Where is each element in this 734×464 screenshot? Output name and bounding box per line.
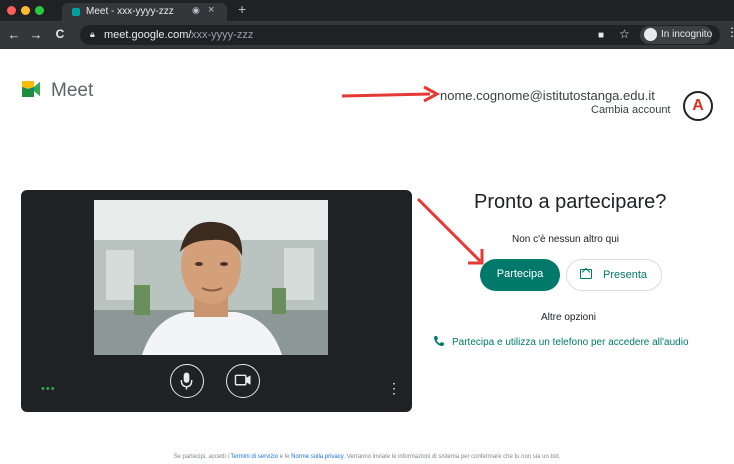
star-icon[interactable]: ☆ xyxy=(619,27,630,41)
ready-to-join-title: Pronto a partecipare? xyxy=(474,191,667,213)
recording-dot-icon: ◉ xyxy=(192,5,200,15)
browser-menu-icon[interactable]: ⋮ xyxy=(726,25,734,39)
nobody-here-text: Non c'è nessun altro qui xyxy=(512,234,619,245)
other-options-heading: Altre opzioni xyxy=(541,312,597,323)
meet-logo-icon xyxy=(22,81,40,97)
present-button-label: Presenta xyxy=(603,269,648,281)
join-by-phone-link[interactable]: Partecipa e utilizza un telefono per acc… xyxy=(452,337,689,348)
microphone-icon xyxy=(180,372,193,390)
incognito-label: In incognito xyxy=(661,29,713,40)
meet-brand-label: Meet xyxy=(51,80,94,101)
url-host: meet.google.com/ xyxy=(104,29,192,41)
terms-link[interactable]: Termini di servizio xyxy=(230,454,278,460)
browser-tab-bar: Meet - xxx-yyyy-zzz ◉ × + xyxy=(0,0,734,21)
camera-blocked-icon[interactable]: ■ xyxy=(598,30,604,41)
browser-tab[interactable]: Meet - xxx-yyyy-zzz ◉ × xyxy=(62,3,227,21)
url-path: xxx-yyyy-zzz xyxy=(191,29,254,41)
new-tab-button[interactable]: + xyxy=(238,1,246,17)
incognito-indicator[interactable]: In incognito xyxy=(640,26,712,44)
window-minimize-button[interactable] xyxy=(21,6,30,15)
microphone-button[interactable] xyxy=(170,364,204,398)
present-button[interactable]: Presenta xyxy=(566,259,662,291)
footer-and: e le xyxy=(278,454,292,460)
footer-prefix: Se partecipi, accetti i xyxy=(173,454,231,460)
camera-preview-image xyxy=(94,200,328,355)
annotation-arrow-account xyxy=(341,85,440,103)
video-camera-icon xyxy=(234,374,251,386)
window-close-button[interactable] xyxy=(7,6,16,15)
preview-menu-icon[interactable]: ⋮ xyxy=(387,380,401,397)
annotation-arrow-join xyxy=(416,197,484,265)
address-bar[interactable]: 🔒︎ meet.google.com/ xxx-yyyy-zzz ■ ☆ In … xyxy=(80,25,720,45)
incognito-icon xyxy=(644,28,657,41)
present-screen-icon xyxy=(580,269,592,279)
tab-close-button[interactable]: × xyxy=(208,4,214,16)
browser-toolbar: ← → C 🔒︎ meet.google.com/ xxx-yyyy-zzz ■… xyxy=(0,21,734,49)
reload-button[interactable]: C xyxy=(52,27,68,41)
account-avatar[interactable]: A xyxy=(683,91,713,121)
back-button[interactable]: ← xyxy=(6,27,22,42)
camera-button[interactable] xyxy=(226,364,260,398)
window-maximize-button[interactable] xyxy=(35,6,44,15)
video-preview: ••• ⋮ xyxy=(21,190,412,412)
privacy-link[interactable]: Norme sulla privacy xyxy=(291,454,343,460)
account-email: nome.cognome@istitutostanga.edu.it xyxy=(440,88,655,103)
more-options-icon[interactable]: ••• xyxy=(41,383,56,395)
join-button[interactable]: Partecipa xyxy=(480,259,560,291)
switch-account-link[interactable]: Cambia account xyxy=(591,104,671,116)
join-button-label: Partecipa xyxy=(496,268,544,280)
footer-legal-text: Se partecipi, accetti i Termini di servi… xyxy=(0,454,734,460)
footer-suffix: . Verranno inviate le informazioni di si… xyxy=(343,454,561,460)
forward-button[interactable]: → xyxy=(28,27,44,42)
lock-icon: 🔒︎ xyxy=(90,29,95,39)
phone-icon xyxy=(434,336,444,346)
tab-title: Meet - xxx-yyyy-zzz xyxy=(86,6,174,17)
meet-favicon-icon xyxy=(72,8,80,16)
